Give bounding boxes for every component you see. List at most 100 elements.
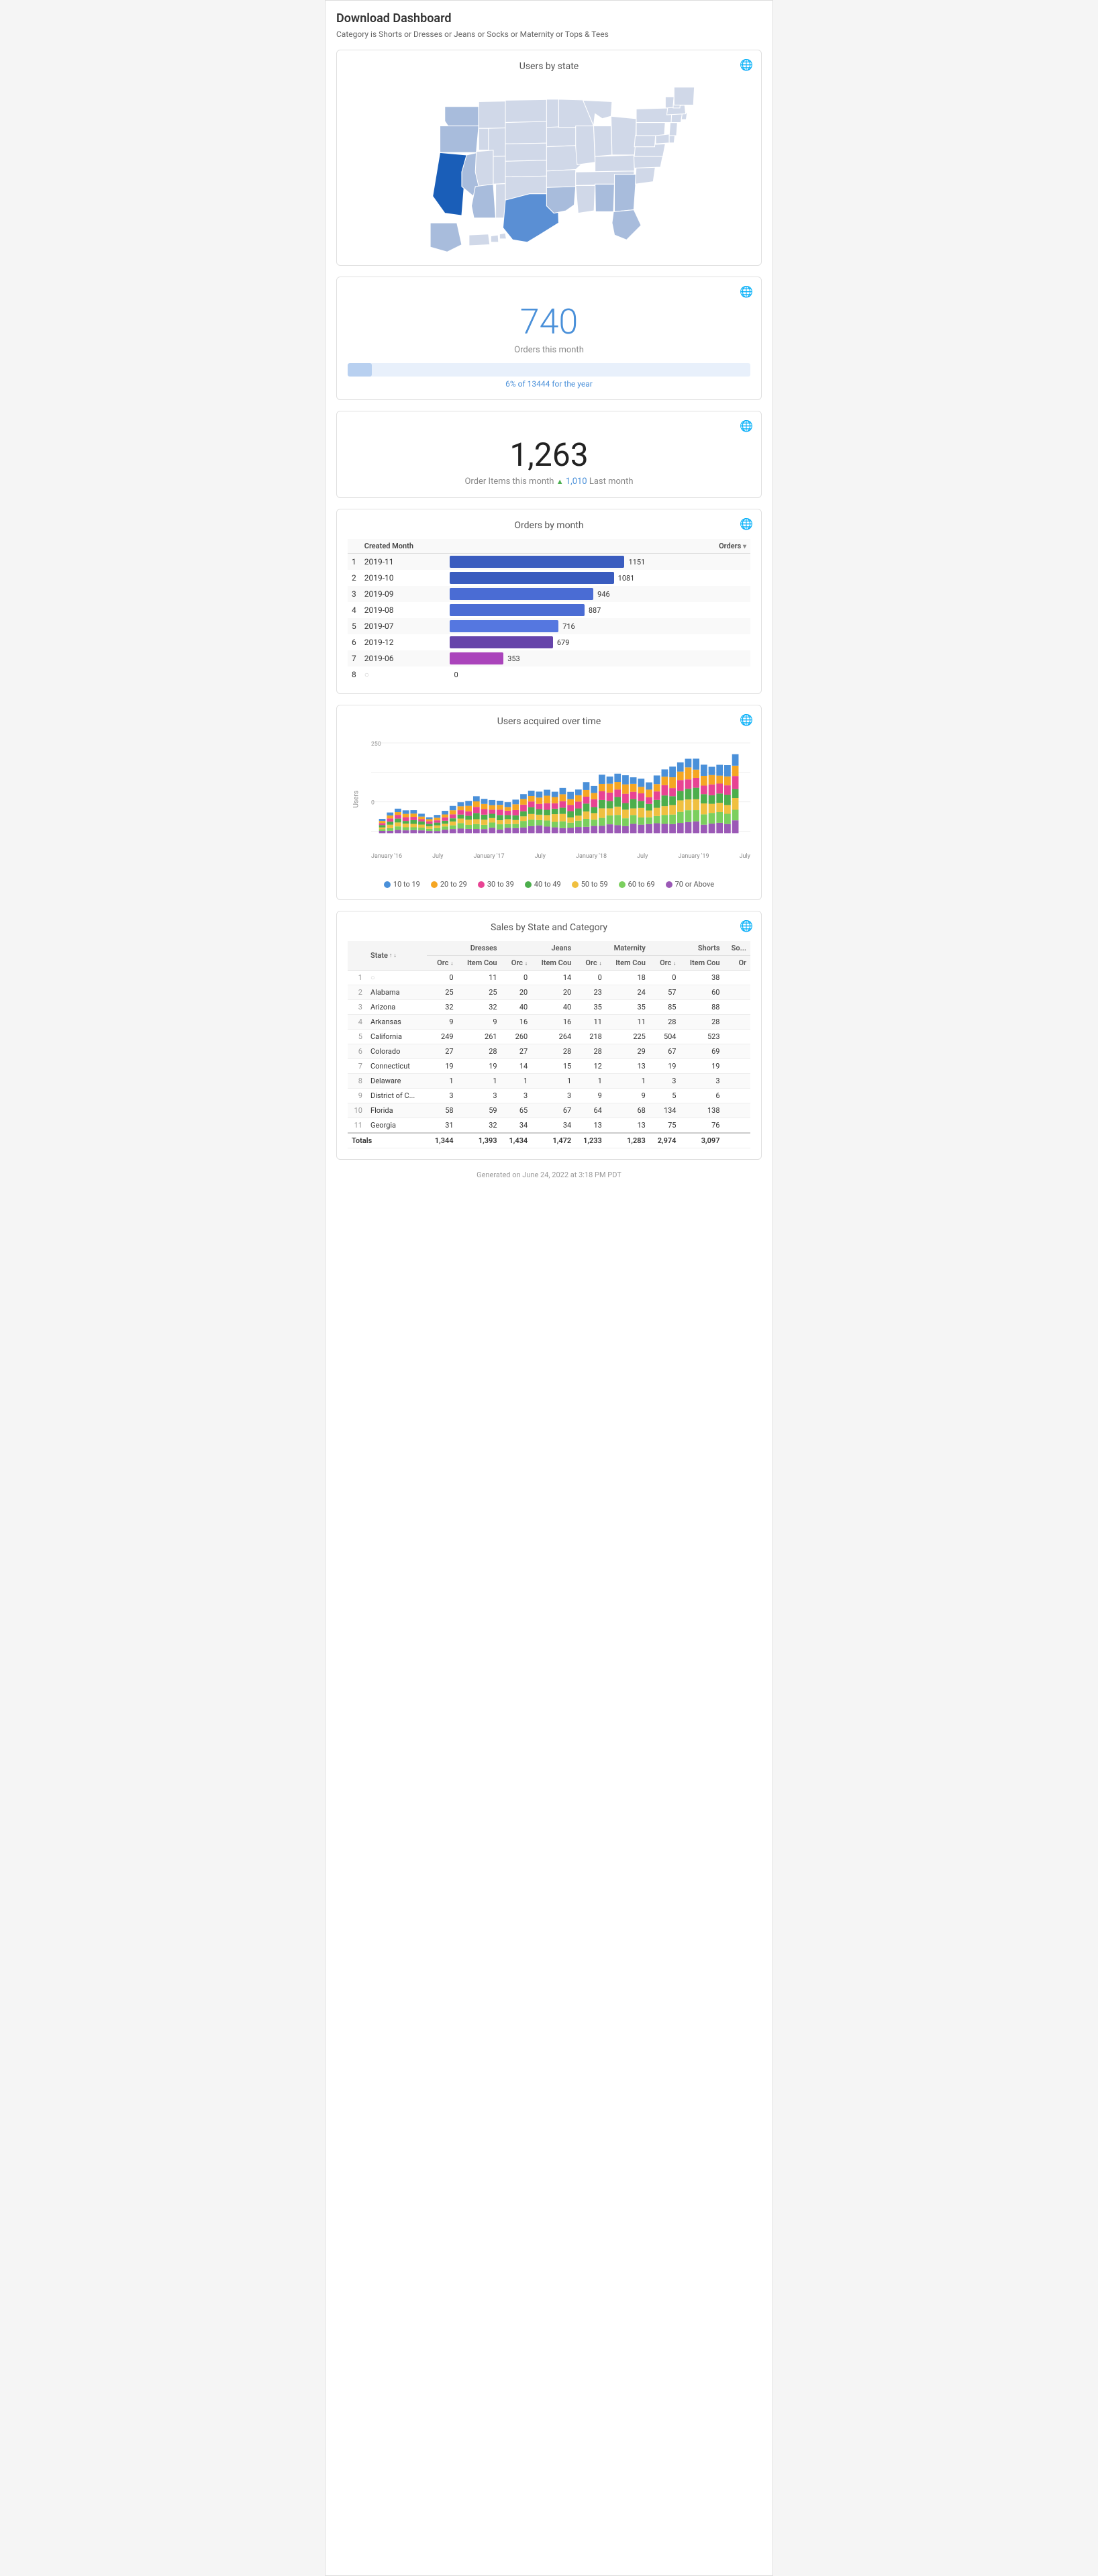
jean-orc-sort[interactable]: ↓ xyxy=(525,960,528,967)
bar-segment xyxy=(528,791,535,796)
mat-orc-sort[interactable]: ↓ xyxy=(599,960,602,967)
bar-segment xyxy=(614,825,621,833)
bar-segment xyxy=(410,820,417,824)
bar-segment xyxy=(716,764,723,775)
legend-dot xyxy=(619,881,626,888)
bar-segment xyxy=(662,777,668,785)
legend-dot xyxy=(572,881,579,888)
bar-segment xyxy=(505,815,511,819)
bar-segment xyxy=(395,822,401,826)
bar-segment xyxy=(395,809,401,812)
bar-segment xyxy=(614,807,621,815)
bar-segment xyxy=(693,810,699,822)
map-card: 🌐 Users by state .state-default { fill: … xyxy=(336,50,762,266)
bar-segment xyxy=(724,765,731,777)
bar-segment xyxy=(512,815,519,820)
bar-segment xyxy=(630,792,637,799)
bar-segment xyxy=(426,831,433,833)
dress-orc-sort[interactable]: ↓ xyxy=(450,960,454,967)
legend-dot xyxy=(478,881,485,888)
bar-segment xyxy=(583,819,590,827)
legend-item: 40 to 49 xyxy=(525,880,561,889)
bar-segment xyxy=(701,794,707,803)
bar-segment xyxy=(638,801,644,807)
bar-segment xyxy=(426,824,433,826)
th-so: So... xyxy=(724,941,751,956)
bar-segment xyxy=(654,808,660,816)
bar-segment xyxy=(520,811,527,817)
page-wrapper: Download Dashboard Category is Shorts or… xyxy=(325,0,773,2576)
bar-segment xyxy=(442,821,448,824)
bar-segment xyxy=(732,754,739,766)
bar-segment xyxy=(560,822,566,828)
bar-segment xyxy=(614,789,621,797)
bar-segment xyxy=(607,777,613,784)
totals-dress-ic: 1,393 xyxy=(458,1133,501,1148)
bar-segment xyxy=(434,831,441,833)
state-sort-arrow[interactable]: ↑ xyxy=(389,952,393,959)
bar-segment xyxy=(465,806,472,811)
row-bar: 353 xyxy=(446,650,750,666)
row-num: 7 xyxy=(348,650,360,666)
bar-segment xyxy=(716,823,723,833)
bar-segment xyxy=(630,815,637,824)
bar-segment xyxy=(544,820,550,826)
bar-segment xyxy=(528,801,535,807)
state-sort-arrow2[interactable]: ↓ xyxy=(393,952,397,959)
sales-table-row: 6 Colorado 27 28 27 28 28 29 67 69 xyxy=(348,1044,750,1059)
bar-segment xyxy=(379,831,386,833)
bar-segment xyxy=(497,801,503,805)
bar-segment xyxy=(489,818,495,823)
legend-dot xyxy=(525,881,532,888)
bar-segment xyxy=(528,826,535,833)
bar-segment xyxy=(709,795,715,804)
bar-segment xyxy=(685,779,692,789)
bar-segment xyxy=(434,823,441,826)
bar-segment xyxy=(716,783,723,793)
bar-segment xyxy=(724,805,731,813)
bar-segment xyxy=(458,810,464,815)
bar-segment xyxy=(591,826,597,834)
bar-segment xyxy=(395,812,401,815)
bar-segment xyxy=(520,794,527,799)
bar-segment xyxy=(575,821,582,827)
th-dress-orc: Orc ↓ xyxy=(427,956,458,971)
bar-segment xyxy=(418,813,425,816)
globe-icon: 🌐 xyxy=(740,58,753,71)
bar-segment xyxy=(654,775,660,784)
bar-segment xyxy=(622,803,629,810)
bar-segment xyxy=(434,818,441,820)
bar-segment xyxy=(536,815,542,820)
orders-big-number: 740 xyxy=(348,301,750,342)
footer: Generated on June 24, 2022 at 3:18 PM PD… xyxy=(336,1171,762,1179)
bar-segment xyxy=(622,794,629,803)
bar-segment xyxy=(685,767,692,779)
bar-segment xyxy=(583,790,590,797)
bar-segment xyxy=(567,799,574,805)
bar-table-row: 5 2019-07 716 xyxy=(348,618,750,634)
bar-segment xyxy=(489,809,495,813)
row-num: 5 xyxy=(348,618,360,634)
bar-segment xyxy=(458,819,464,824)
bar-segment xyxy=(489,800,495,805)
bar-segment xyxy=(536,809,542,815)
bar-segment xyxy=(497,809,503,815)
row-month: 2019-07 xyxy=(360,618,446,634)
bar-segment xyxy=(724,785,731,795)
bar-segment xyxy=(732,810,739,821)
bar-segment xyxy=(583,797,590,803)
bar-segment xyxy=(473,820,480,824)
bar-segment xyxy=(465,825,472,829)
bar-segment xyxy=(716,803,723,812)
bar-segment xyxy=(591,786,597,793)
row-bar: 1081 xyxy=(446,570,750,586)
bar-segment xyxy=(544,790,550,796)
bar-segment xyxy=(646,810,652,817)
sales-table-row: 4 Arkansas 9 9 16 16 11 11 28 28 xyxy=(348,1015,750,1030)
bar-segment xyxy=(512,799,519,804)
bar-segment xyxy=(465,815,472,820)
bar-table-row: 7 2019-06 353 xyxy=(348,650,750,666)
bar-segment xyxy=(567,828,574,833)
bar-segment xyxy=(403,818,409,822)
short-orc-sort[interactable]: ↓ xyxy=(673,960,677,967)
